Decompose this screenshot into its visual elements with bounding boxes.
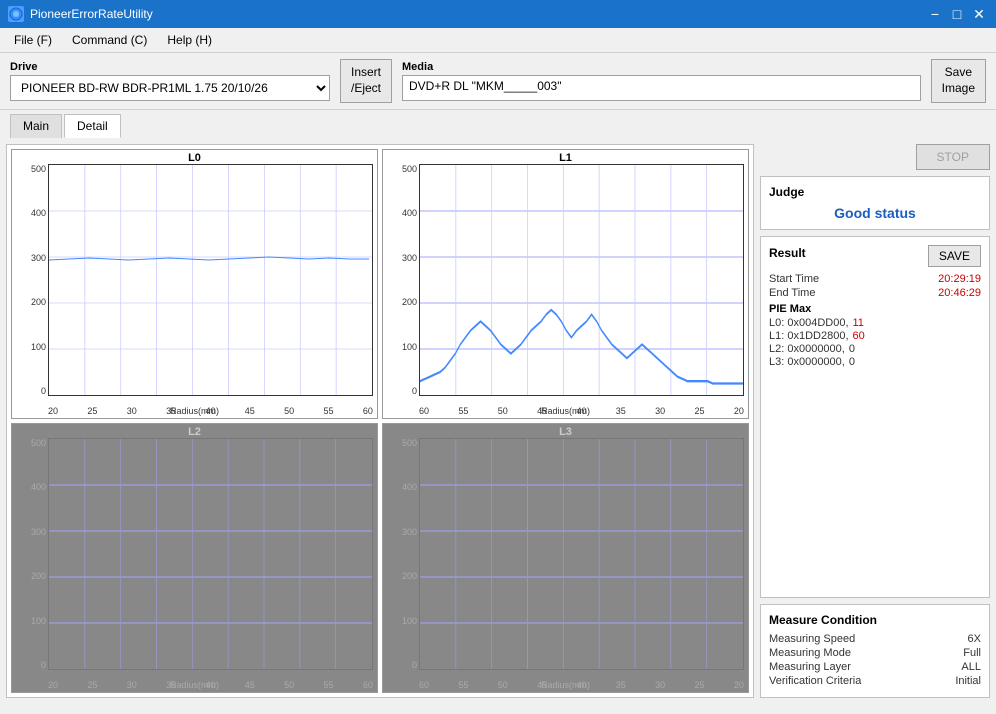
pie-L2-addr: L2: 0x0000000, (769, 343, 845, 355)
save-button[interactable]: SAVE (928, 245, 981, 267)
chart-L3-title: L3 (383, 426, 748, 438)
end-time-row: End Time 20:46:29 (769, 287, 981, 299)
end-time-label: End Time (769, 287, 815, 299)
window-controls: − □ ✕ (926, 5, 988, 23)
toolbar: Drive PIONEER BD-RW BDR-PR1ML 1.75 20/10… (0, 53, 996, 110)
measuring-layer-label: Measuring Layer (769, 661, 851, 673)
chart-L1-x-title: Radius(mm) (383, 406, 748, 416)
measuring-speed-row: Measuring Speed 6X (769, 633, 981, 645)
pie-L0-val: 11 (853, 317, 864, 329)
chart-L2-y-axis: 500 400 300 200 100 0 (12, 438, 48, 670)
chart-L3-inner (419, 438, 744, 670)
chart-L3: L3 500 400 300 200 100 0 (382, 423, 749, 693)
chart-L1-inner (419, 164, 744, 396)
verification-criteria-value: Initial (955, 675, 981, 687)
drive-select[interactable]: PIONEER BD-RW BDR-PR1ML 1.75 20/10/26 (10, 75, 330, 101)
start-time-value: 20:29:19 (938, 273, 981, 285)
chart-L2-inner (48, 438, 373, 670)
chart-L3-y-axis: 500 400 300 200 100 0 (383, 438, 419, 670)
main-content: L0 500 400 300 200 100 0 (0, 138, 996, 704)
command-menu[interactable]: Command (C) (64, 30, 155, 50)
pie-L1-row: L1: 0x1DD2800, 60 (769, 330, 981, 342)
verification-criteria-row: Verification Criteria Initial (769, 675, 981, 687)
chart-L3-x-title: Radius(mm) (383, 680, 748, 690)
file-menu[interactable]: File (F) (6, 30, 60, 50)
pie-L2-row: L2: 0x0000000, 0 (769, 343, 981, 355)
chart-L1-title: L1 (383, 152, 748, 164)
measuring-layer-value: ALL (961, 661, 981, 673)
pie-L0-row: L0: 0x004DD00, 11 (769, 317, 981, 329)
verification-criteria-label: Verification Criteria (769, 675, 861, 687)
chart-L2: L2 500 400 300 200 100 0 (11, 423, 378, 693)
drive-group: Drive PIONEER BD-RW BDR-PR1ML 1.75 20/10… (10, 61, 330, 101)
measuring-mode-row: Measuring Mode Full (769, 647, 981, 659)
tab-bar: Main Detail (0, 110, 996, 138)
app-icon (8, 6, 24, 22)
close-button[interactable]: ✕ (970, 5, 988, 23)
chart-L0-x-title: Radius(mm) (12, 406, 377, 416)
insert-eject-button[interactable]: Insert/Eject (340, 59, 392, 103)
measuring-mode-label: Measuring Mode (769, 647, 851, 659)
judge-status: Good status (769, 205, 981, 221)
chart-L0-title: L0 (12, 152, 377, 164)
tab-detail[interactable]: Detail (64, 114, 121, 138)
pie-L0-addr: L0: 0x004DD00, (769, 317, 849, 329)
chart-L0-inner (48, 164, 373, 396)
menu-bar: File (F) Command (C) Help (H) (0, 28, 996, 53)
measuring-mode-value: Full (963, 647, 981, 659)
result-box: Result SAVE Start Time 20:29:19 End Time… (760, 236, 990, 598)
side-panel: STOP Judge Good status Result SAVE Start… (760, 144, 990, 698)
tab-main[interactable]: Main (10, 114, 62, 138)
drive-label: Drive (10, 61, 330, 73)
start-time-label: Start Time (769, 273, 819, 285)
chart-L2-title: L2 (12, 426, 377, 438)
measure-box: Measure Condition Measuring Speed 6X Mea… (760, 604, 990, 698)
chart-L0-y-axis: 500 400 300 200 100 0 (12, 164, 48, 396)
pie-L3-addr: L3: 0x0000000, (769, 356, 845, 368)
pie-L1-val: 60 (853, 330, 865, 342)
help-menu[interactable]: Help (H) (159, 30, 220, 50)
pie-max-title: PIE Max (769, 303, 981, 315)
judge-title: Judge (769, 185, 981, 199)
title-bar-left: PioneerErrorRateUtility (8, 6, 153, 22)
measuring-speed-value: 6X (968, 633, 981, 645)
save-image-button[interactable]: SaveImage (931, 59, 986, 103)
end-time-value: 20:46:29 (938, 287, 981, 299)
chart-L1-y-axis: 500 400 300 200 100 0 (383, 164, 419, 396)
judge-box: Judge Good status (760, 176, 990, 230)
media-label: Media (402, 61, 921, 73)
media-group: Media DVD+R DL "MKM_____003" (402, 61, 921, 101)
maximize-button[interactable]: □ (948, 5, 966, 23)
charts-area: L0 500 400 300 200 100 0 (6, 144, 754, 698)
media-value: DVD+R DL "MKM_____003" (402, 75, 921, 101)
pie-L3-val: 0 (849, 356, 855, 368)
chart-L0: L0 500 400 300 200 100 0 (11, 149, 378, 419)
app-title: PioneerErrorRateUtility (30, 7, 153, 21)
measure-title: Measure Condition (769, 613, 981, 627)
pie-L3-row: L3: 0x0000000, 0 (769, 356, 981, 368)
chart-L2-x-title: Radius(mm) (12, 680, 377, 690)
start-time-row: Start Time 20:29:19 (769, 273, 981, 285)
title-bar: PioneerErrorRateUtility − □ ✕ (0, 0, 996, 28)
chart-L1: L1 500 400 300 200 100 0 (382, 149, 749, 419)
measuring-layer-row: Measuring Layer ALL (769, 661, 981, 673)
result-title: Result (769, 246, 806, 260)
pie-L2-val: 0 (849, 343, 855, 355)
pie-L1-addr: L1: 0x1DD2800, (769, 330, 849, 342)
stop-button[interactable]: STOP (916, 144, 990, 170)
measuring-speed-label: Measuring Speed (769, 633, 855, 645)
pie-max-section: PIE Max L0: 0x004DD00, 11 L1: 0x1DD2800,… (769, 303, 981, 368)
minimize-button[interactable]: − (926, 5, 944, 23)
